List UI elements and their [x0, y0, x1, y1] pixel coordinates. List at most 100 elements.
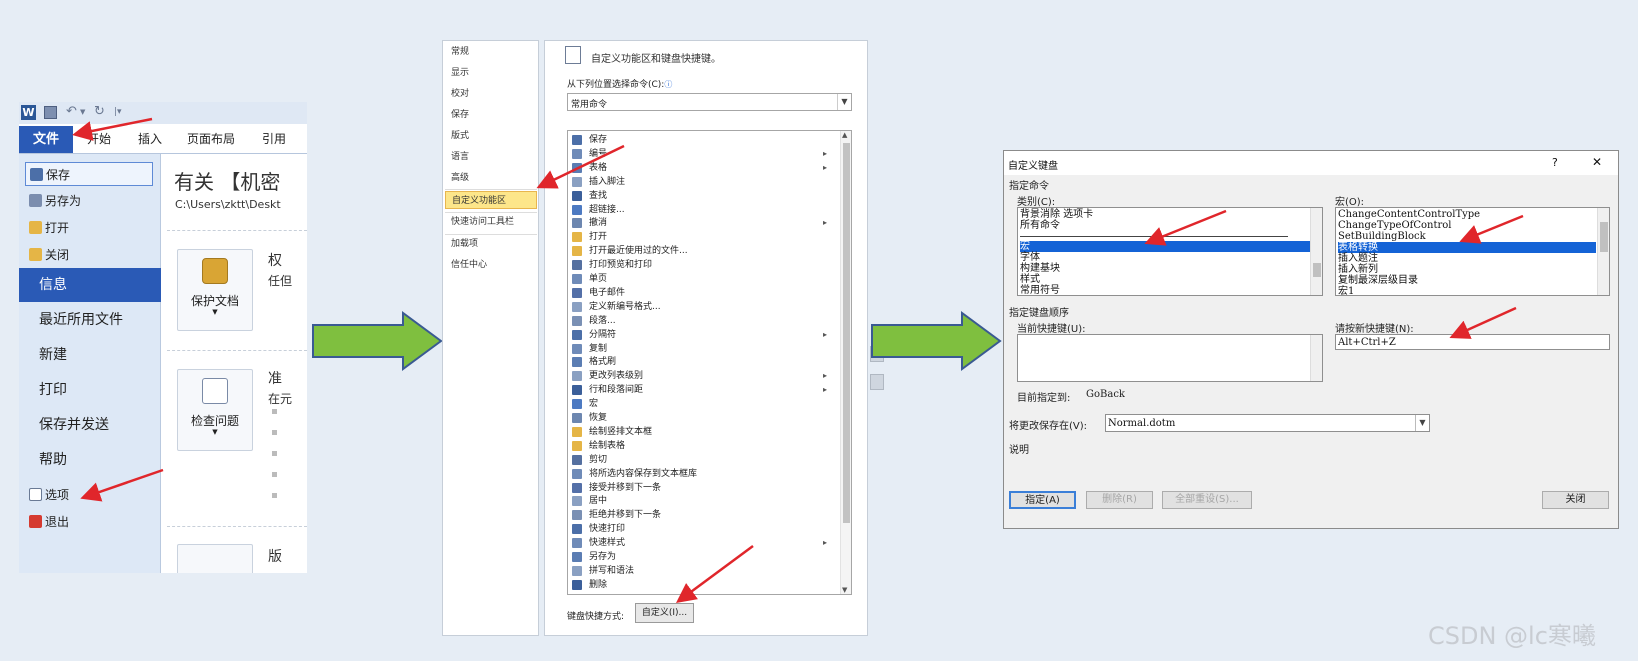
command-item[interactable]: 保存	[568, 133, 838, 147]
save-in-dropdown[interactable]: Normal.dotm ▼	[1105, 414, 1430, 432]
menu-print[interactable]: 打印	[19, 373, 161, 407]
tab-page-layout[interactable]: 页面布局	[187, 126, 235, 153]
nav-proofing[interactable]: 校对	[451, 85, 469, 103]
list-item-selected[interactable]: 表格转换	[1338, 242, 1596, 253]
command-item[interactable]: 快速样式 ▸	[568, 536, 838, 550]
command-item[interactable]: 打印预览和打印	[568, 258, 838, 272]
command-item[interactable]: 打开	[568, 230, 838, 244]
list-item[interactable]: 构建基块	[1020, 263, 1060, 274]
list-item[interactable]: ChangeTypeOfControl	[1338, 220, 1451, 231]
list-item[interactable]: 常用符号	[1020, 285, 1060, 295]
menu-help[interactable]: 帮助	[19, 443, 161, 477]
commands-list[interactable]: ▲ ▼ 保存 编号 ▸ 表格 ▸ 插入脚注 查找 超链接... 撤消 ▸ 打开 打开最近使用过的文件.…	[567, 130, 852, 595]
command-item[interactable]: 恢复	[568, 411, 838, 425]
command-item[interactable]: 绘制表格	[568, 439, 838, 453]
nav-customize-ribbon[interactable]: 自定义功能区	[445, 191, 537, 209]
list-item[interactable]: 复制最深层级目录	[1338, 275, 1418, 286]
macros-list[interactable]: ChangeContentControlType ChangeTypeOfCon…	[1335, 207, 1610, 296]
command-item[interactable]: 段落...	[568, 314, 838, 328]
command-item[interactable]: 拼写和语法	[568, 564, 838, 578]
chevron-down-icon[interactable]: ▼	[1415, 415, 1429, 431]
command-item[interactable]: 复制	[568, 342, 838, 356]
list-item[interactable]: 插入题注	[1338, 253, 1378, 264]
list-item[interactable]: 样式	[1020, 274, 1040, 285]
menu-close[interactable]: 关闭	[25, 243, 153, 267]
tab-insert[interactable]: 插入	[138, 126, 162, 153]
scrollbar-thumb[interactable]	[843, 143, 850, 523]
tab-references[interactable]: 引用	[262, 126, 286, 153]
choose-commands-dropdown[interactable]: 常用命令 ▼	[567, 93, 852, 111]
menu-open[interactable]: 打开	[25, 216, 153, 240]
command-item[interactable]: 更改列表级别 ▸	[568, 369, 838, 383]
command-item[interactable]: 将所选内容保存到文本框库	[568, 467, 838, 481]
scrollbar-thumb[interactable]	[1313, 263, 1321, 277]
command-item[interactable]: 绘制竖排文本框	[568, 425, 838, 439]
command-item[interactable]: 剪切	[568, 453, 838, 467]
chevron-down-icon[interactable]: ▼	[80, 108, 85, 116]
nav-advanced[interactable]: 高级	[451, 169, 469, 187]
command-item[interactable]: 电子邮件	[568, 286, 838, 300]
scrollbar[interactable]	[1310, 335, 1322, 381]
customize-shortcuts-button[interactable]: 自定义(I)...	[635, 603, 694, 623]
command-item[interactable]: 查找	[568, 189, 838, 203]
save-icon[interactable]	[44, 106, 57, 119]
command-item[interactable]: 超链接...	[568, 203, 838, 217]
remove-button[interactable]: 删除(R)	[1086, 491, 1153, 509]
nav-language[interactable]: 语言	[451, 148, 469, 166]
list-item[interactable]: 插入新列	[1338, 264, 1378, 275]
list-item[interactable]: 所有命令	[1020, 220, 1060, 231]
list-item[interactable]: 字体	[1020, 252, 1040, 263]
close-icon[interactable]: ✕	[1592, 155, 1602, 169]
undo-icon[interactable]: ↶	[66, 104, 77, 119]
nav-display[interactable]: 显示	[451, 64, 469, 82]
close-button[interactable]: 关闭	[1542, 491, 1609, 509]
command-item[interactable]: 宏	[568, 397, 838, 411]
categories-list[interactable]: 背景消除 选项卡 所有命令 宏 字体 构建基块 样式 常用符号	[1017, 207, 1323, 296]
chevron-down-icon[interactable]: ▼	[837, 94, 851, 110]
help-icon[interactable]: ?	[1552, 156, 1558, 169]
command-item[interactable]: 定义新编号格式...	[568, 300, 838, 314]
scrollbar[interactable]	[1310, 208, 1322, 295]
command-item[interactable]: 分隔符 ▸	[568, 328, 838, 342]
command-item[interactable]: 格式刷	[568, 355, 838, 369]
scroll-down-icon[interactable]: ▼	[842, 586, 847, 594]
command-item[interactable]: 打开最近使用过的文件...	[568, 244, 838, 258]
nav-save[interactable]: 保存	[451, 106, 469, 124]
scroll-up-icon[interactable]: ▲	[842, 131, 847, 139]
nav-layout[interactable]: 版式	[451, 127, 469, 145]
versions-button[interactable]	[177, 544, 253, 573]
command-item[interactable]: 编号 ▸	[568, 147, 838, 161]
command-item[interactable]: 另存为	[568, 550, 838, 564]
scrollbar[interactable]: ▲ ▼	[840, 131, 851, 594]
menu-new[interactable]: 新建	[19, 338, 161, 372]
customize-icon[interactable]: |▾	[114, 107, 122, 117]
redo-icon[interactable]: ↻	[94, 104, 105, 119]
scrollbar[interactable]	[1597, 208, 1609, 295]
list-item[interactable]: SetBuildingBlock	[1338, 231, 1426, 242]
reset-all-button[interactable]: 全部重设(S)...	[1162, 491, 1252, 509]
menu-save-send[interactable]: 保存并发送	[19, 408, 161, 442]
nav-general[interactable]: 常规	[451, 43, 469, 61]
current-keys-list[interactable]	[1017, 334, 1323, 382]
tab-file[interactable]: 文件	[19, 126, 73, 153]
menu-save[interactable]: 保存	[25, 162, 153, 186]
command-item[interactable]: 接受并移到下一条	[568, 481, 838, 495]
command-item[interactable]: 删除	[568, 578, 838, 592]
new-shortcut-input[interactable]: Alt+Ctrl+Z	[1335, 334, 1610, 350]
command-item[interactable]: 表格 ▸	[568, 161, 838, 175]
command-item[interactable]: 行和段落间距 ▸	[568, 383, 838, 397]
command-item[interactable]: 快速打印	[568, 522, 838, 536]
remove-button[interactable]	[870, 374, 884, 390]
nav-quick-access-toolbar[interactable]: 快速访问工具栏	[451, 213, 514, 231]
command-item[interactable]: 居中	[568, 494, 838, 508]
menu-recent[interactable]: 最近所用文件	[19, 303, 161, 337]
list-item-selected[interactable]: 宏	[1020, 241, 1310, 252]
nav-addins[interactable]: 加载项	[451, 235, 478, 253]
list-item[interactable]: 背景消除 选项卡	[1020, 209, 1093, 220]
menu-info[interactable]: 信息	[19, 268, 161, 302]
menu-save-as[interactable]: 另存为	[25, 189, 153, 213]
menu-exit[interactable]: 退出	[25, 510, 153, 534]
command-item[interactable]: 撤消 ▸	[568, 216, 838, 230]
scrollbar-thumb[interactable]	[1600, 222, 1608, 252]
check-issues-button[interactable]: 检查问题 ▼	[177, 369, 253, 451]
